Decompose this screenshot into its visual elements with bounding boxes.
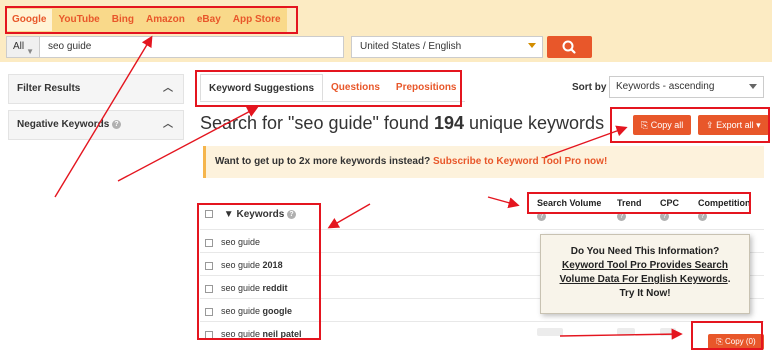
chevron-up-icon[interactable]: ︿ [163,75,173,103]
blurred-cpc [660,328,676,336]
subscribe-link[interactable]: Subscribe to Keyword Tool Pro now! [433,156,607,167]
scope-select-value: All [13,41,25,52]
caret-down-icon [749,84,757,89]
filter-results-panel[interactable]: Filter Results ︿ [8,74,184,104]
annotation-box-result-tabs [195,70,462,107]
help-icon[interactable]: ? [112,119,122,129]
filter-results-label: Filter Results [17,83,81,94]
negative-keywords-panel[interactable]: Negative Keywords ? ︿ [8,110,184,140]
popup-pitch[interactable]: Keyword Tool Pro Provides Search Volume … [541,259,749,287]
country-language-select[interactable]: United States / English [351,36,543,58]
search-row: All ▼ seo guide United States / English [6,36,592,58]
country-language-value: United States / English [360,41,462,52]
annotation-box-copy [691,321,763,350]
popup-pitch-line-1[interactable]: Keyword Tool Pro Provides Search [562,260,728,271]
promo-text: Want to get up to 2x more keywords inste… [215,156,433,167]
annotation-box-sources [5,6,298,34]
negative-keywords-label: Negative Keywords [17,119,110,130]
popup-pitch-line-2[interactable]: Volume Data For English Keywords [560,274,728,285]
annotation-box-keyword-list [197,203,321,340]
popup-cta[interactable]: Try It Now! [541,287,749,301]
annotation-box-metric-columns [527,192,751,214]
sort-select[interactable]: Keywords - ascending [609,76,764,98]
caret-down-icon [528,43,536,48]
sort-by-label: Sort by [572,82,607,93]
headline-suffix: unique keywords [463,113,605,133]
caret-down-icon: ▼ [26,47,34,56]
search-input[interactable]: seo guide [40,36,344,58]
search-button[interactable] [547,36,592,58]
blurred-search-volume [537,328,563,336]
chevron-up-icon[interactable]: ︿ [163,111,173,139]
popup-question: Do You Need This Information? [570,246,720,257]
results-headline: Search for "seo guide" found 194 unique … [200,113,604,134]
keyword-count: 194 [433,113,464,133]
blurred-trend [617,328,635,336]
search-icon [562,40,576,54]
upgrade-promo-banner: Want to get up to 2x more keywords inste… [203,146,764,178]
scope-select[interactable]: All ▼ [6,36,40,58]
sort-select-value: Keywords - ascending [616,81,715,92]
upgrade-popup: Do You Need This Information? Keyword To… [540,234,750,314]
headline-prefix: Search for "seo guide" found [200,113,434,133]
popup-pitch-period: . [727,274,731,285]
annotation-box-export-actions [610,107,770,143]
